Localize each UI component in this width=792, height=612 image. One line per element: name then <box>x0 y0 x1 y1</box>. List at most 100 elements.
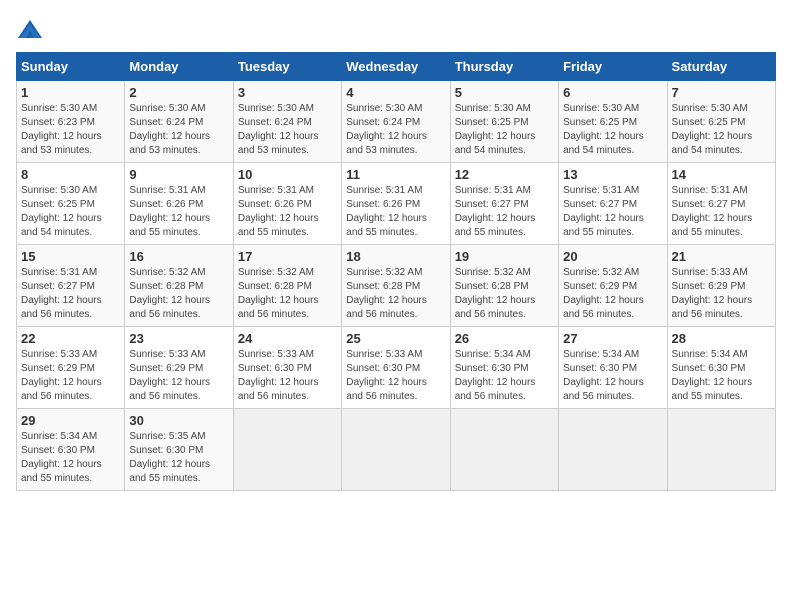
day-info: Sunrise: 5:34 AM Sunset: 6:30 PM Dayligh… <box>672 348 771 404</box>
day-info: Sunrise: 5:33 AM Sunset: 6:30 PM Dayligh… <box>346 348 445 404</box>
calendar-cell: 22 Sunrise: 5:33 AM Sunset: 6:29 PM Dayli… <box>17 327 125 409</box>
day-number: 15 <box>21 249 120 264</box>
logo <box>16 16 48 44</box>
day-info: Sunrise: 5:33 AM Sunset: 6:30 PM Dayligh… <box>238 348 337 404</box>
day-number: 30 <box>129 413 228 428</box>
day-number: 2 <box>129 85 228 100</box>
day-number: 23 <box>129 331 228 346</box>
day-number: 1 <box>21 85 120 100</box>
calendar-cell: 23 Sunrise: 5:33 AM Sunset: 6:29 PM Dayli… <box>125 327 233 409</box>
day-number: 18 <box>346 249 445 264</box>
day-number: 7 <box>672 85 771 100</box>
calendar-cell: 14 Sunrise: 5:31 AM Sunset: 6:27 PM Dayli… <box>667 163 775 245</box>
day-number: 24 <box>238 331 337 346</box>
weekday-header-row: SundayMondayTuesdayWednesdayThursdayFrid… <box>17 53 776 81</box>
calendar-cell: 24 Sunrise: 5:33 AM Sunset: 6:30 PM Dayli… <box>233 327 341 409</box>
calendar-cell: 15 Sunrise: 5:31 AM Sunset: 6:27 PM Dayli… <box>17 245 125 327</box>
calendar-cell <box>342 409 450 491</box>
day-number: 13 <box>563 167 662 182</box>
weekday-header: Friday <box>559 53 667 81</box>
day-info: Sunrise: 5:34 AM Sunset: 6:30 PM Dayligh… <box>21 430 120 486</box>
calendar-cell: 13 Sunrise: 5:31 AM Sunset: 6:27 PM Dayli… <box>559 163 667 245</box>
calendar-cell: 7 Sunrise: 5:30 AM Sunset: 6:25 PM Daylig… <box>667 81 775 163</box>
day-number: 25 <box>346 331 445 346</box>
day-info: Sunrise: 5:34 AM Sunset: 6:30 PM Dayligh… <box>563 348 662 404</box>
day-info: Sunrise: 5:30 AM Sunset: 6:23 PM Dayligh… <box>21 102 120 158</box>
calendar-cell: 26 Sunrise: 5:34 AM Sunset: 6:30 PM Dayli… <box>450 327 558 409</box>
calendar-cell <box>667 409 775 491</box>
day-info: Sunrise: 5:30 AM Sunset: 6:24 PM Dayligh… <box>346 102 445 158</box>
day-number: 29 <box>21 413 120 428</box>
day-number: 5 <box>455 85 554 100</box>
day-info: Sunrise: 5:30 AM Sunset: 6:25 PM Dayligh… <box>563 102 662 158</box>
day-info: Sunrise: 5:34 AM Sunset: 6:30 PM Dayligh… <box>455 348 554 404</box>
day-info: Sunrise: 5:35 AM Sunset: 6:30 PM Dayligh… <box>129 430 228 486</box>
day-info: Sunrise: 5:31 AM Sunset: 6:27 PM Dayligh… <box>21 266 120 322</box>
logo-icon <box>16 16 44 44</box>
calendar-row: 1 Sunrise: 5:30 AM Sunset: 6:23 PM Daylig… <box>17 81 776 163</box>
day-number: 6 <box>563 85 662 100</box>
weekday-header: Sunday <box>17 53 125 81</box>
calendar-cell: 12 Sunrise: 5:31 AM Sunset: 6:27 PM Dayli… <box>450 163 558 245</box>
calendar-cell: 25 Sunrise: 5:33 AM Sunset: 6:30 PM Dayli… <box>342 327 450 409</box>
day-info: Sunrise: 5:32 AM Sunset: 6:28 PM Dayligh… <box>129 266 228 322</box>
day-info: Sunrise: 5:30 AM Sunset: 6:24 PM Dayligh… <box>129 102 228 158</box>
day-number: 16 <box>129 249 228 264</box>
calendar-cell: 5 Sunrise: 5:30 AM Sunset: 6:25 PM Daylig… <box>450 81 558 163</box>
day-number: 8 <box>21 167 120 182</box>
calendar-cell <box>559 409 667 491</box>
day-number: 9 <box>129 167 228 182</box>
weekday-header: Tuesday <box>233 53 341 81</box>
calendar-cell: 2 Sunrise: 5:30 AM Sunset: 6:24 PM Daylig… <box>125 81 233 163</box>
day-info: Sunrise: 5:33 AM Sunset: 6:29 PM Dayligh… <box>21 348 120 404</box>
calendar-cell: 18 Sunrise: 5:32 AM Sunset: 6:28 PM Dayli… <box>342 245 450 327</box>
day-number: 26 <box>455 331 554 346</box>
calendar-cell: 3 Sunrise: 5:30 AM Sunset: 6:24 PM Daylig… <box>233 81 341 163</box>
day-number: 4 <box>346 85 445 100</box>
day-info: Sunrise: 5:32 AM Sunset: 6:28 PM Dayligh… <box>346 266 445 322</box>
calendar-row: 8 Sunrise: 5:30 AM Sunset: 6:25 PM Daylig… <box>17 163 776 245</box>
day-info: Sunrise: 5:32 AM Sunset: 6:28 PM Dayligh… <box>238 266 337 322</box>
calendar-row: 29 Sunrise: 5:34 AM Sunset: 6:30 PM Dayli… <box>17 409 776 491</box>
day-info: Sunrise: 5:31 AM Sunset: 6:26 PM Dayligh… <box>346 184 445 240</box>
calendar-cell: 20 Sunrise: 5:32 AM Sunset: 6:29 PM Dayli… <box>559 245 667 327</box>
day-info: Sunrise: 5:31 AM Sunset: 6:26 PM Dayligh… <box>238 184 337 240</box>
day-info: Sunrise: 5:31 AM Sunset: 6:27 PM Dayligh… <box>563 184 662 240</box>
day-number: 14 <box>672 167 771 182</box>
calendar-cell: 8 Sunrise: 5:30 AM Sunset: 6:25 PM Daylig… <box>17 163 125 245</box>
calendar-cell: 6 Sunrise: 5:30 AM Sunset: 6:25 PM Daylig… <box>559 81 667 163</box>
calendar-cell: 9Sunrise: 5:31 AM Sunset: 6:26 PM Daylig… <box>125 163 233 245</box>
calendar-table: SundayMondayTuesdayWednesdayThursdayFrid… <box>16 52 776 491</box>
day-number: 10 <box>238 167 337 182</box>
weekday-header: Wednesday <box>342 53 450 81</box>
day-number: 20 <box>563 249 662 264</box>
day-info: Sunrise: 5:30 AM Sunset: 6:25 PM Dayligh… <box>672 102 771 158</box>
day-number: 3 <box>238 85 337 100</box>
calendar-cell: 19 Sunrise: 5:32 AM Sunset: 6:28 PM Dayli… <box>450 245 558 327</box>
calendar-cell: 30 Sunrise: 5:35 AM Sunset: 6:30 PM Dayli… <box>125 409 233 491</box>
day-info: Sunrise: 5:33 AM Sunset: 6:29 PM Dayligh… <box>129 348 228 404</box>
calendar-cell <box>233 409 341 491</box>
day-number: 28 <box>672 331 771 346</box>
day-number: 17 <box>238 249 337 264</box>
day-info: Sunrise: 5:30 AM Sunset: 6:25 PM Dayligh… <box>21 184 120 240</box>
day-info: Sunrise: 5:31 AM Sunset: 6:27 PM Dayligh… <box>672 184 771 240</box>
calendar-cell: 28 Sunrise: 5:34 AM Sunset: 6:30 PM Dayli… <box>667 327 775 409</box>
day-number: 11 <box>346 167 445 182</box>
calendar-cell: 4 Sunrise: 5:30 AM Sunset: 6:24 PM Daylig… <box>342 81 450 163</box>
day-info: Sunrise: 5:32 AM Sunset: 6:28 PM Dayligh… <box>455 266 554 322</box>
calendar-cell <box>450 409 558 491</box>
calendar-cell: 16 Sunrise: 5:32 AM Sunset: 6:28 PM Dayli… <box>125 245 233 327</box>
day-info: Sunrise: 5:33 AM Sunset: 6:29 PM Dayligh… <box>672 266 771 322</box>
calendar-row: 22 Sunrise: 5:33 AM Sunset: 6:29 PM Dayli… <box>17 327 776 409</box>
day-number: 12 <box>455 167 554 182</box>
day-number: 22 <box>21 331 120 346</box>
day-info: Sunrise: 5:32 AM Sunset: 6:29 PM Dayligh… <box>563 266 662 322</box>
calendar-cell: 27Sunrise: 5:34 AM Sunset: 6:30 PM Dayli… <box>559 327 667 409</box>
day-info: Sunrise: 5:30 AM Sunset: 6:24 PM Dayligh… <box>238 102 337 158</box>
day-info: Sunrise: 5:31 AM Sunset: 6:27 PM Dayligh… <box>455 184 554 240</box>
day-number: 19 <box>455 249 554 264</box>
day-info: Sunrise: 5:30 AM Sunset: 6:25 PM Dayligh… <box>455 102 554 158</box>
calendar-cell: 10 Sunrise: 5:31 AM Sunset: 6:26 PM Dayli… <box>233 163 341 245</box>
weekday-header: Saturday <box>667 53 775 81</box>
